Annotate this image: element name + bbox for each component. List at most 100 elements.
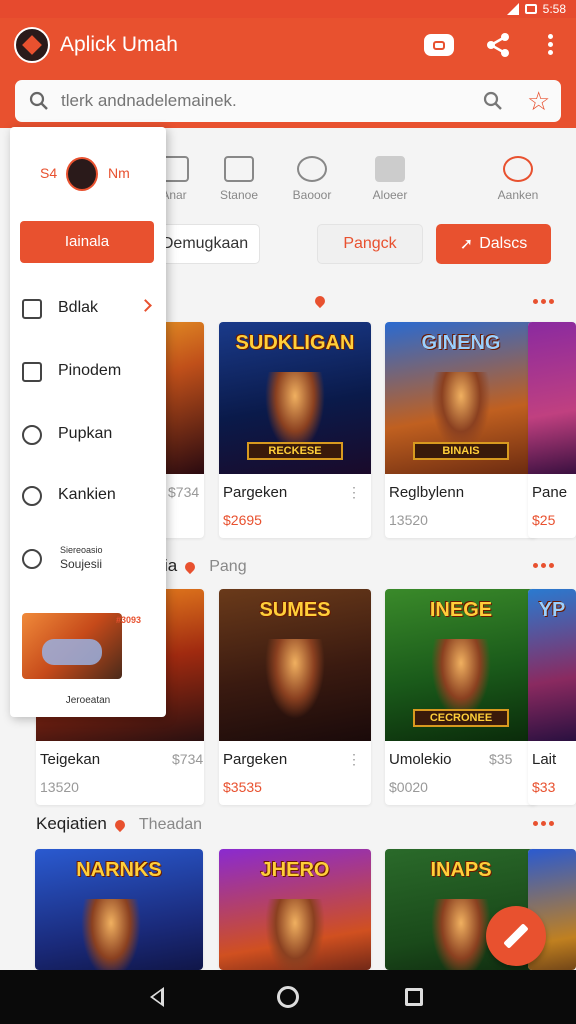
card-price: $33 xyxy=(532,779,556,795)
section-subtitle: Theadan xyxy=(138,816,203,833)
drawer-item[interactable]: Pinodem xyxy=(10,352,166,392)
drawer-header: S4 Nm xyxy=(10,155,166,195)
category-item[interactable]: Stanoe xyxy=(201,156,277,202)
filter-chip[interactable]: Demugkaan xyxy=(150,224,260,264)
game-card[interactable]: GINENG BINAIS Reglbylenn 13520 xyxy=(385,322,537,538)
app-logo[interactable] xyxy=(14,27,50,63)
fab-edit-button[interactable] xyxy=(486,906,546,966)
recents-icon[interactable] xyxy=(405,988,423,1006)
category-item[interactable]: Aloeer xyxy=(352,156,428,202)
search-box[interactable]: ☆ xyxy=(15,80,561,122)
game-art: INEGE CECRONEE xyxy=(385,589,537,741)
drawer-item[interactable]: Pupkan xyxy=(10,415,166,455)
section-more-icon[interactable] xyxy=(533,563,555,569)
more-vert-icon[interactable]: ⋮ xyxy=(347,484,361,501)
game-card[interactable]: INEGE CECRONEE Umolekio $35 $0020 xyxy=(385,589,537,805)
heart-icon xyxy=(183,559,198,574)
heart-icon xyxy=(22,425,42,445)
battery-icon xyxy=(524,4,537,14)
heart-icon xyxy=(503,156,533,182)
card-title: Lait xyxy=(532,751,557,768)
drawer-primary-button[interactable]: Iainala xyxy=(20,221,154,263)
game-card[interactable]: YP Lait $33 xyxy=(528,589,576,805)
game-art-badge: CECRONEE xyxy=(413,709,509,727)
signal-icon xyxy=(506,3,519,15)
game-art: NARNKS xyxy=(35,849,203,970)
card-price: $734 xyxy=(168,484,200,500)
drawer-item[interactable]: Kankien xyxy=(10,476,166,516)
game-art-title: GINENG xyxy=(421,332,501,354)
filter-chip-label: Dalscs xyxy=(479,235,528,252)
drawer-item[interactable]: Bdlak xyxy=(10,289,166,329)
category-item[interactable]: Aanken xyxy=(480,156,556,202)
category-label: Aanken xyxy=(497,188,539,202)
game-card[interactable]: NARNKS xyxy=(35,849,203,970)
section-title-text: Keqiatien xyxy=(36,814,107,833)
card-price: $25 xyxy=(532,512,556,528)
game-card[interactable]: Pane $25 xyxy=(528,322,576,538)
section-more-icon[interactable] xyxy=(533,821,555,827)
status-bar: 5:58 xyxy=(0,0,576,18)
game-art-badge: RECKESE xyxy=(247,442,343,460)
game-card[interactable]: SUDKLIGAN RECKESE Pargeken ⋮ $2695 xyxy=(219,322,371,538)
drawer-mini-line1: Siereoasio xyxy=(60,545,103,555)
message-icon xyxy=(22,362,42,382)
status-icons: 5:58 xyxy=(506,2,566,16)
category-item[interactable]: Baooor xyxy=(274,156,350,202)
star-icon[interactable]: ☆ xyxy=(527,86,550,116)
game-art-title: SUMES xyxy=(259,599,331,621)
check-circle-icon xyxy=(297,156,327,182)
game-card[interactable]: SUMES Pargeken ⋮ $3535 xyxy=(219,589,371,805)
share-icon[interactable] xyxy=(484,32,512,58)
settings-icon xyxy=(22,486,42,506)
game-art-title: INAPS xyxy=(430,859,492,881)
game-art: YP xyxy=(528,589,576,741)
game-art: JHERO xyxy=(219,849,371,970)
fire-icon: ➚ xyxy=(459,236,474,253)
game-art xyxy=(528,322,576,474)
filter-chip-active[interactable]: ➚ Dalscs xyxy=(436,224,551,264)
drawer-item-label: Pupkan xyxy=(58,425,113,442)
section-more-icon[interactable] xyxy=(533,299,555,305)
drawer-header-right: Nm xyxy=(108,165,130,181)
filter-chip[interactable]: Pangck xyxy=(317,224,423,264)
section-title: Keqiatien Theadan xyxy=(36,814,202,834)
system-nav-bar xyxy=(0,970,576,1024)
video-icon[interactable] xyxy=(424,34,454,56)
card-price: $3535 xyxy=(223,779,262,795)
home-icon[interactable] xyxy=(277,986,299,1008)
search-icon xyxy=(29,91,48,110)
more-vert-icon[interactable] xyxy=(540,32,560,58)
card-price: $2695 xyxy=(223,512,262,528)
navigation-drawer: S4 Nm Iainala Bdlak Pinodem Pupkan Kanki… xyxy=(10,127,166,717)
search-icon[interactable] xyxy=(483,91,503,111)
edit-icon xyxy=(503,923,529,949)
app-title: Aplick Umah xyxy=(60,33,178,56)
list-icon xyxy=(224,156,254,182)
category-label: Baooor xyxy=(292,188,332,202)
drawer-mini-line2: Soujesii xyxy=(60,557,103,571)
game-card[interactable]: JHERO xyxy=(219,849,371,970)
card-title: Pargeken xyxy=(223,484,288,501)
game-art-title: SUDKLIGAN xyxy=(235,332,355,354)
card-price: $35 xyxy=(489,751,513,767)
search-input[interactable] xyxy=(61,91,441,111)
category-label: Aloeer xyxy=(372,188,408,202)
search-bar: ☆ xyxy=(0,72,576,128)
game-art: SUMES xyxy=(219,589,371,741)
game-art-title: JHERO xyxy=(260,859,330,881)
card-price: $734 xyxy=(172,751,204,767)
back-icon[interactable] xyxy=(150,987,164,1007)
game-art-title: NARNKS xyxy=(76,859,162,881)
drawer-header-left: S4 xyxy=(40,165,58,181)
section-title: ia Pang xyxy=(164,556,247,576)
chevron-right-icon xyxy=(139,299,152,312)
status-time: 5:58 xyxy=(542,2,566,16)
drawer-mini-item[interactable]: Siereoasio Soujesii xyxy=(20,543,160,579)
heart-icon xyxy=(112,817,127,832)
drawer-logo xyxy=(66,157,98,191)
more-vert-icon[interactable]: ⋮ xyxy=(347,751,361,768)
drawer-promo-card[interactable] xyxy=(22,613,122,679)
link-icon xyxy=(22,549,42,569)
drawer-promo-badge: #3093 xyxy=(116,615,142,625)
